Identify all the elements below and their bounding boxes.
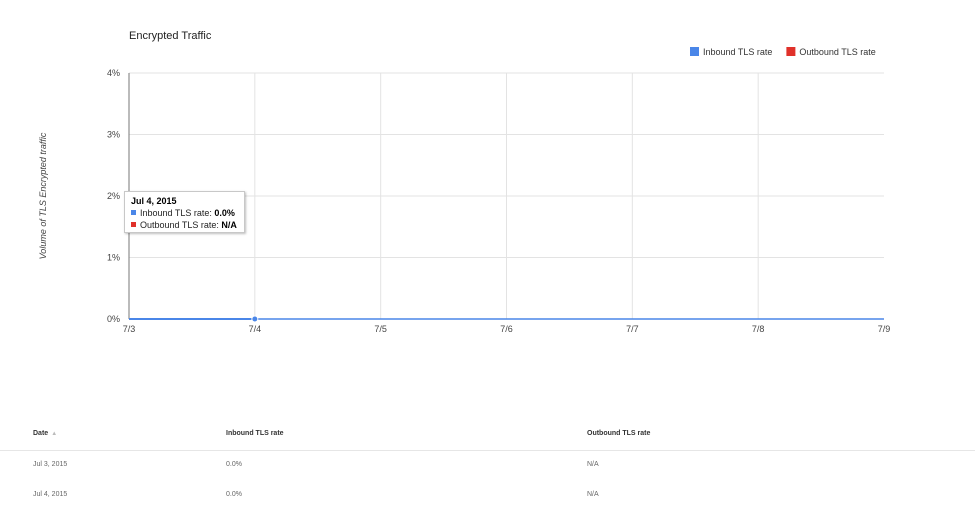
tooltip-row-inbound: Inbound TLS rate: 0.0% [131,207,238,219]
x-tick-label: 7/8 [752,324,765,334]
tooltip-inbound-label: Inbound TLS rate: [140,208,215,218]
column-header-date-label: Date [33,430,49,437]
table-header-row: Date ▲ Inbound TLS rate Outbound TLS rate [0,420,975,451]
x-tick-label: 7/7 [626,324,639,334]
legend-swatch-icon[interactable] [786,47,796,56]
column-header-outbound[interactable]: Outbound TLS rate [587,430,650,437]
chart-title: Encrypted Traffic [129,30,212,42]
tooltip-outbound-value: N/A [221,220,237,230]
y-tick-label: 2% [107,191,120,201]
sort-arrow-icon[interactable]: ▲ [51,431,57,437]
tooltip-outbound-label: Outbound TLS rate: [140,220,222,230]
y-tick-label: 4% [107,68,120,78]
legend-label[interactable]: Inbound TLS rate [703,47,772,57]
x-tick-label: 7/3 [123,324,136,334]
inbound-swatch-icon [131,210,136,215]
outbound-swatch-icon [131,222,136,227]
table-cell-date: Jul 4, 2015 [33,491,68,498]
y-tick-label: 0% [107,314,120,324]
table-cell-date: Jul 3, 2015 [33,461,68,468]
table-row: Jul 3, 2015 0.0% N/A [0,451,975,481]
data-point[interactable] [251,315,259,323]
table-cell-inbound: 0.0% [226,491,242,498]
column-header-inbound[interactable]: Inbound TLS rate [226,430,284,437]
table-cell-outbound: N/A [587,491,599,498]
data-table: Date ▲ Inbound TLS rate Outbound TLS rate… [0,420,975,511]
chart-tooltip: Jul 4, 2015 Inbound TLS rate: 0.0% Outbo… [124,191,245,233]
tooltip-date: Jul 4, 2015 [131,196,177,206]
legend-swatch-icon[interactable] [690,47,699,56]
x-tick-label: 7/5 [374,324,387,334]
table-cell-outbound: N/A [587,461,599,468]
series[interactable] [129,315,259,323]
y-axis-label: Volume of TLS Encrypted traffic [38,132,48,259]
x-tick-label: 7/9 [878,324,891,334]
legend[interactable]: Inbound TLS rate Outbound TLS rate [690,47,876,57]
table-row: Jul 4, 2015 0.0% N/A [0,481,975,511]
y-tick-label: 1% [107,253,120,263]
x-tick-label: 7/4 [249,324,262,334]
table-cell-inbound: 0.0% [226,461,242,468]
x-tick-label: 7/6 [500,324,513,334]
y-tick-label: 3% [107,130,120,140]
legend-label[interactable]: Outbound TLS rate [799,47,875,57]
tooltip-row-outbound: Outbound TLS rate: N/A [131,219,238,231]
tooltip-inbound-value: 0.0% [214,208,235,218]
column-header-date[interactable]: Date ▲ [33,430,57,437]
